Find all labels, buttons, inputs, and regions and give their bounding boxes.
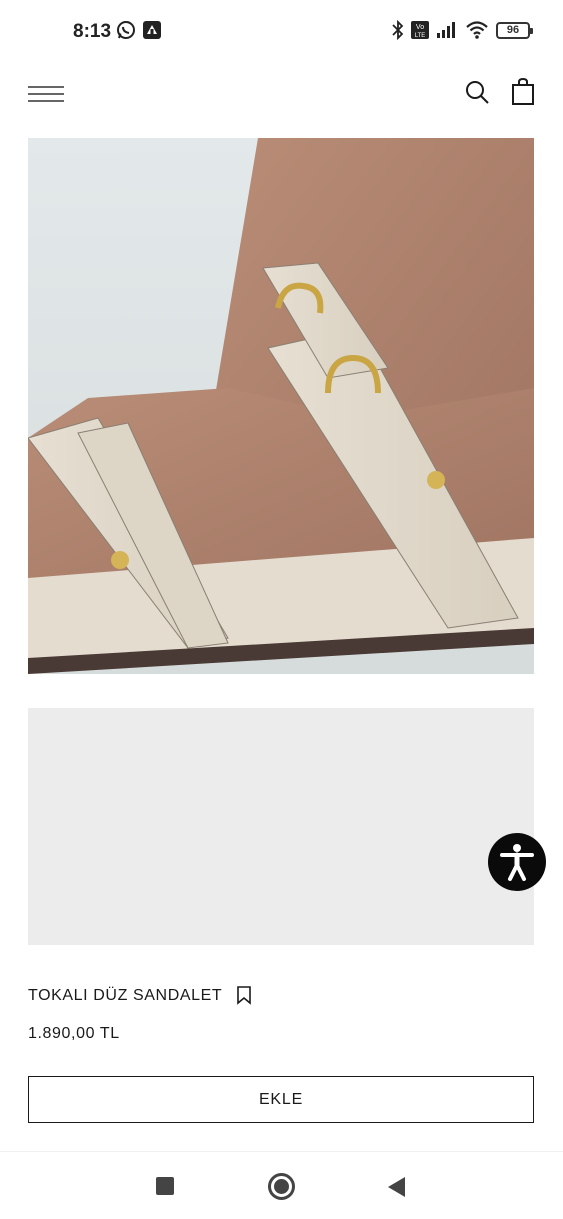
product-price: 1.890,00 TL	[28, 1025, 120, 1042]
header	[0, 64, 563, 122]
search-icon	[466, 81, 489, 104]
product-title-row: TOKALI DÜZ SANDALET	[28, 986, 252, 1005]
home-icon-inner	[274, 1179, 289, 1194]
add-to-cart-button[interactable]: EKLE	[28, 1076, 534, 1123]
status-bar: 8:13 Vo LTE 96	[0, 0, 563, 64]
status-time: 8:13	[73, 21, 112, 42]
signal-icon	[437, 22, 455, 38]
shopping-bag-icon	[512, 77, 534, 105]
bookmark-icon	[237, 986, 252, 1005]
svg-text:Vo: Vo	[416, 24, 424, 31]
accessibility-button[interactable]	[488, 833, 546, 891]
back-icon[interactable]	[388, 1177, 405, 1197]
volte-icon: Vo LTE	[411, 21, 429, 39]
menu-icon	[28, 86, 64, 102]
battery-level: 96	[506, 24, 520, 36]
status-left-icons	[116, 20, 162, 40]
status-right-icons: Vo LTE 96	[392, 20, 533, 40]
svg-text:LTE: LTE	[415, 33, 426, 39]
sandal-photo	[28, 138, 534, 674]
wifi-icon	[466, 21, 488, 39]
notification-app-icon	[143, 21, 161, 39]
system-nav-bar	[0, 1151, 563, 1219]
product-image-placeholder[interactable]	[28, 708, 534, 945]
whatsapp-icon	[117, 21, 135, 39]
product-title: TOKALI DÜZ SANDALET	[28, 986, 223, 1004]
menu-button[interactable]	[28, 84, 64, 104]
product-image[interactable]	[28, 138, 534, 674]
battery-icon: 96	[496, 21, 533, 39]
shopping-bag-button[interactable]	[511, 77, 535, 106]
home-icon[interactable]	[268, 1173, 295, 1200]
recent-apps-icon[interactable]	[156, 1177, 174, 1195]
bluetooth-icon	[392, 20, 404, 40]
accessibility-icon	[500, 844, 534, 881]
bookmark-button[interactable]	[236, 986, 252, 1005]
search-button[interactable]	[464, 79, 490, 105]
